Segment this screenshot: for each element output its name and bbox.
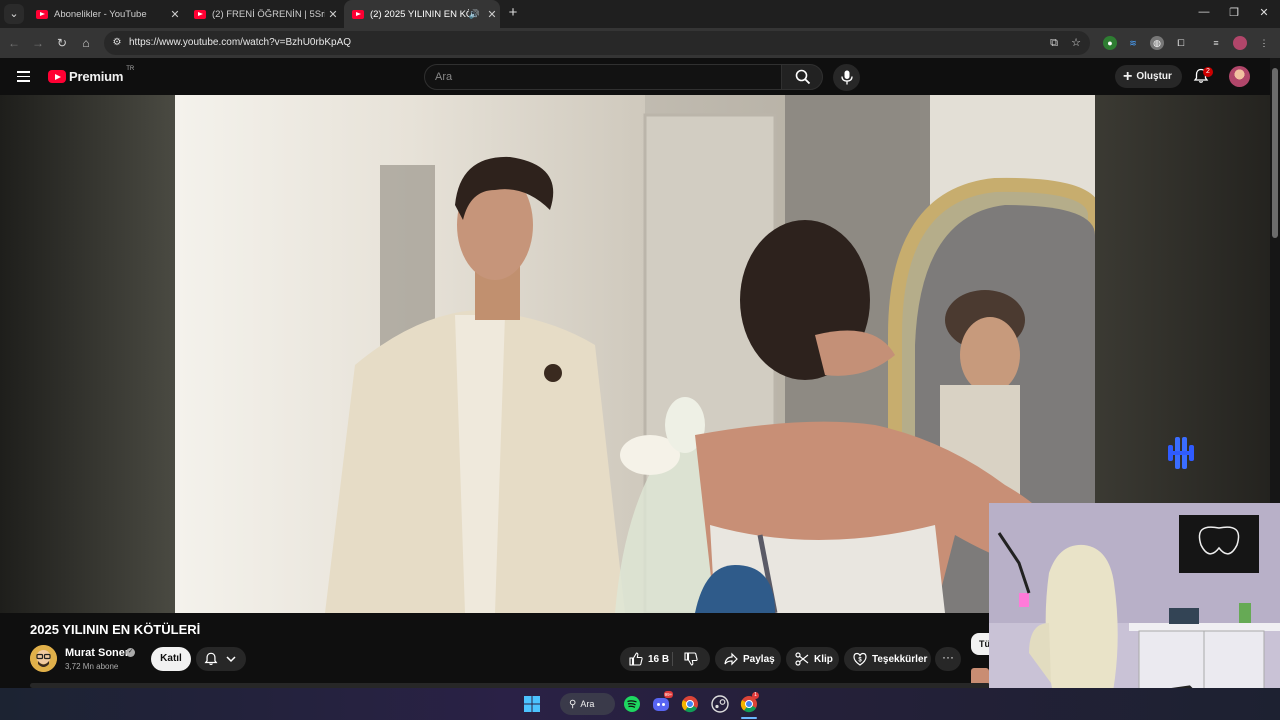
search-icon: [795, 69, 811, 85]
share-button[interactable]: Paylaş: [715, 647, 781, 671]
voice-search-button[interactable]: [833, 64, 860, 91]
media-controls-icon[interactable]: ≡: [1209, 36, 1223, 50]
close-window-button[interactable]: ✕: [1257, 6, 1271, 19]
share-label: Paylaş: [743, 653, 775, 665]
new-tab-button[interactable]: +: [505, 5, 521, 21]
youtube-favicon-icon: [36, 9, 48, 19]
address-bar[interactable]: ⚙ https://www.youtube.com/watch?v=BzhU0r…: [104, 31, 1090, 55]
scissors-icon: [795, 652, 809, 666]
extension-wave-icon[interactable]: ≋: [1126, 36, 1140, 50]
channel-avatar[interactable]: [30, 645, 57, 672]
screen: ⌄ Abonelikler - YouTube ✕ (2) FRENİ ÖĞRE…: [0, 0, 1280, 720]
create-label: Oluştur: [1136, 71, 1172, 82]
country-code: TR: [126, 65, 135, 72]
like-count[interactable]: 16 B: [648, 654, 669, 665]
like-thumb-icon[interactable]: [629, 652, 643, 666]
share-arrow-icon: [724, 652, 738, 666]
thanks-label: Teşekkürler: [872, 653, 928, 665]
chevron-down-icon: [226, 656, 236, 663]
browser-menu-icon[interactable]: ⋮: [1257, 36, 1271, 50]
thanks-button[interactable]: $ Teşekkürler: [844, 647, 931, 671]
video-frame[interactable]: [175, 95, 1095, 613]
channel-avatar-image: [30, 645, 57, 672]
tab-subscriptions[interactable]: Abonelikler - YouTube ✕: [28, 0, 183, 28]
minimize-button[interactable]: —: [1197, 6, 1211, 18]
tab-title: Abonelikler - YouTube: [54, 8, 147, 20]
extension-cookie-icon[interactable]: ◍: [1150, 36, 1164, 50]
extensions-puzzle-icon[interactable]: ⧠: [1174, 36, 1188, 50]
forward-arrow-icon[interactable]: →: [29, 34, 47, 52]
super-thanks-icon: $: [853, 652, 867, 666]
chrome-badge: 1: [752, 692, 759, 699]
windows-taskbar: ⚲ Ara 99+ 1: [0, 688, 1280, 720]
dislike-thumb-icon[interactable]: [684, 652, 698, 666]
tab-title: (2) 2025 YILININ EN KÖTÜLE: [370, 8, 469, 20]
browser-toolbar: ← → ↻ ⌂ ⚙ https://www.youtube.com/watch?…: [0, 28, 1280, 58]
search-input[interactable]: Ara: [424, 64, 782, 90]
clip-label: Klip: [814, 653, 833, 665]
youtube-header: Premium TR Ara + Oluştur 2: [0, 58, 1280, 95]
like-dislike-group: 16 B: [620, 647, 710, 671]
youtube-premium-logo[interactable]: Premium TR: [48, 65, 135, 84]
bell-icon: [204, 652, 218, 666]
youtube-favicon-icon: [352, 9, 364, 19]
install-app-icon[interactable]: ⧉: [1047, 36, 1061, 50]
tab-current-video[interactable]: (2) 2025 YILININ EN KÖTÜLE 🔊 ✕: [344, 0, 500, 28]
tab-title: (2) FRENİ ÖĞRENİN | 5Sriders |: [212, 8, 325, 20]
microphone-icon: [840, 70, 853, 85]
discord-badge: 99+: [664, 691, 673, 698]
extension-shield-icon[interactable]: ●: [1103, 36, 1117, 50]
account-avatar[interactable]: [1229, 66, 1250, 87]
svg-text:$: $: [858, 658, 862, 664]
bookmark-star-icon[interactable]: ☆: [1069, 36, 1083, 50]
chrome-icon[interactable]: [681, 695, 699, 713]
search-placeholder: Ara: [435, 71, 453, 83]
channel-name[interactable]: Murat Soner: [65, 647, 129, 659]
site-info-icon[interactable]: ⚙: [110, 36, 124, 50]
notification-count-badge: 2: [1203, 67, 1213, 77]
filter-chip-all[interactable]: Tü: [971, 633, 991, 655]
audio-playing-icon[interactable]: 🔊: [469, 9, 480, 20]
menu-hamburger-icon[interactable]: [17, 71, 30, 82]
join-button[interactable]: Katıl: [151, 647, 191, 671]
url-text[interactable]: https://www.youtube.com/watch?v=BzhU0rbK…: [129, 37, 351, 48]
active-app-indicator: [741, 717, 757, 719]
search-icon: ⚲: [569, 698, 577, 710]
verified-check-icon: ✓: [126, 648, 135, 657]
create-button[interactable]: + Oluştur: [1115, 65, 1182, 88]
clip-button[interactable]: Klip: [786, 647, 839, 671]
taskbar-search-label: Ara: [580, 699, 595, 709]
more-actions-button[interactable]: ···: [935, 647, 961, 671]
taskbar-search[interactable]: ⚲ Ara: [560, 693, 615, 715]
logo-text: Premium: [69, 69, 124, 84]
spotify-icon[interactable]: [623, 695, 641, 713]
tab-search-chevron-icon[interactable]: ⌄: [4, 4, 24, 24]
tab-close-icon[interactable]: ✕: [325, 8, 341, 21]
scrollbar-thumb[interactable]: [1272, 68, 1278, 238]
streamer-logo-icon: [1168, 437, 1194, 469]
profile-avatar-icon[interactable]: [1233, 36, 1247, 50]
steam-icon[interactable]: [711, 695, 729, 713]
windows-start-icon[interactable]: [523, 695, 541, 713]
ambient-glow-left: [0, 95, 175, 613]
restore-button[interactable]: ❐: [1227, 6, 1241, 19]
youtube-play-icon: [48, 70, 66, 83]
plus-icon: +: [1123, 67, 1133, 85]
subscriber-count: 3,72 Mn abone: [65, 662, 119, 671]
tab-close-icon[interactable]: ✕: [484, 8, 500, 21]
like-divider: [672, 652, 673, 666]
video-title: 2025 YILININ EN KÖTÜLERİ: [30, 622, 201, 637]
tab-close-icon[interactable]: ✕: [167, 8, 183, 21]
home-icon[interactable]: ⌂: [77, 34, 95, 52]
subscription-notification-button[interactable]: [196, 647, 246, 671]
youtube-favicon-icon: [194, 9, 206, 19]
tab-freni-ogrenin[interactable]: (2) FRENİ ÖĞRENİN | 5Sriders | ✕: [186, 0, 341, 28]
reload-icon[interactable]: ↻: [53, 34, 71, 52]
search-button[interactable]: [781, 64, 823, 90]
back-arrow-icon[interactable]: ←: [5, 34, 23, 52]
browser-tab-strip: ⌄ Abonelikler - YouTube ✕ (2) FRENİ ÖĞRE…: [0, 0, 1280, 28]
